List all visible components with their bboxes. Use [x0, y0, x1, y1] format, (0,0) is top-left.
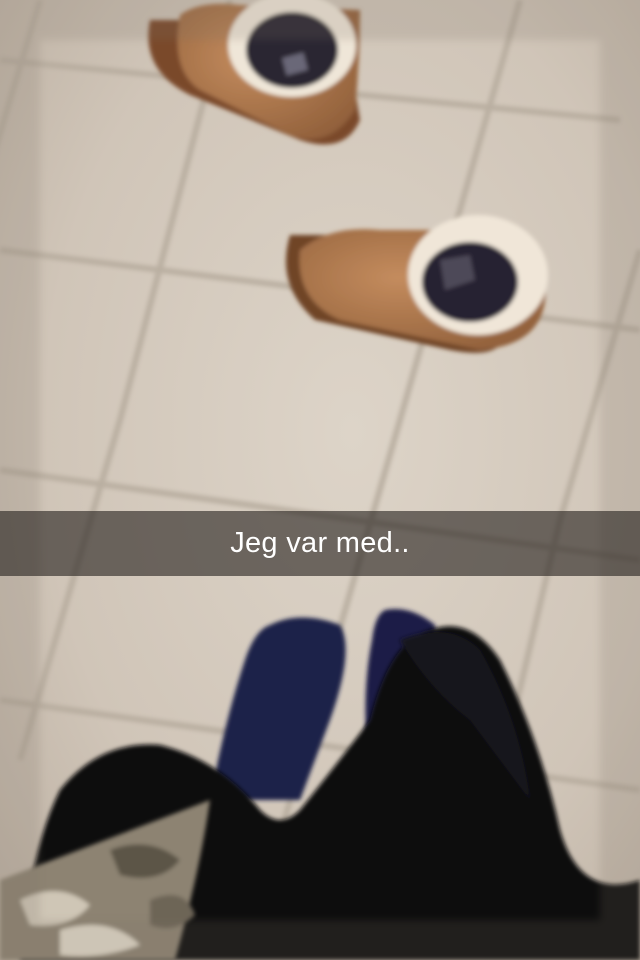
caption-text: Jeg var med.. [230, 527, 410, 559]
caption-bar: Jeg var med.. [0, 511, 640, 576]
snap-view: Jeg var med.. [0, 0, 640, 960]
photo [0, 0, 640, 960]
